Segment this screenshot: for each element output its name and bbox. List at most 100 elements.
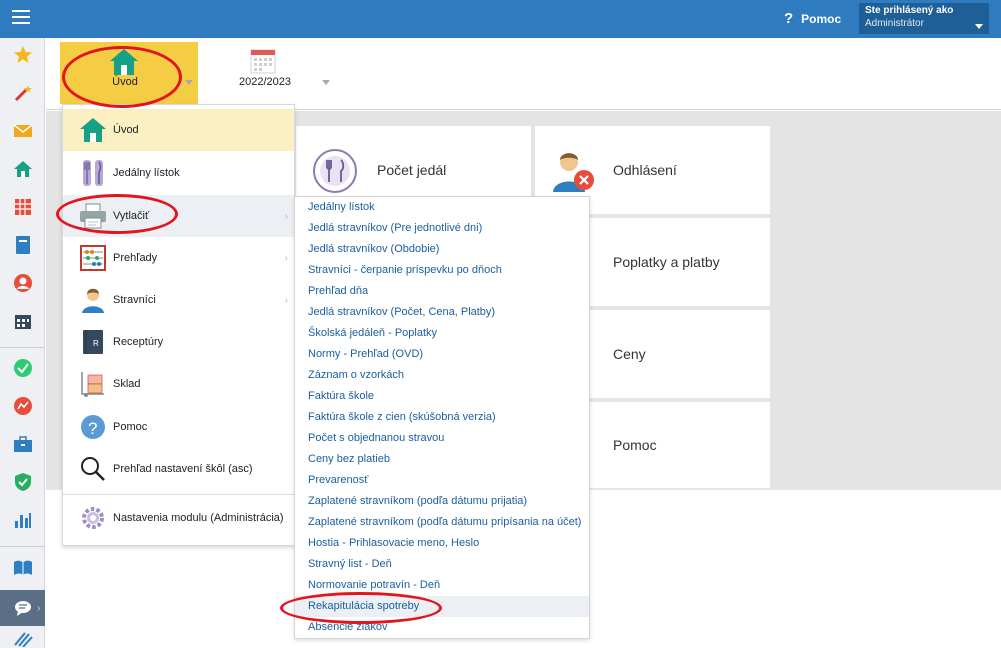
calendar-icon: [250, 48, 276, 77]
sidebar-active-item[interactable]: ›: [0, 590, 45, 626]
menu-item-uvod[interactable]: Úvod: [63, 109, 294, 151]
chat-icon: [14, 599, 34, 620]
menu-item-prehlady[interactable]: Prehľady ›: [63, 237, 294, 279]
menu-item-label: Vytlačiť: [113, 210, 150, 222]
magic-wand-icon[interactable]: [13, 83, 33, 103]
menu-item-sklad[interactable]: Sklad: [63, 363, 294, 405]
menu-item-vytlacit[interactable]: Vytlačiť ›: [63, 195, 294, 237]
submenu-item[interactable]: Normovanie potravín - Deň: [295, 575, 589, 596]
menu-item-label: Pomoc: [113, 421, 148, 433]
school-year-button[interactable]: 2022/2023: [225, 42, 305, 104]
bar-chart-icon[interactable]: [13, 510, 33, 530]
briefcase-icon[interactable]: [13, 434, 33, 454]
chevron-right-icon: ›: [284, 294, 288, 306]
tile-label: Počet jedál: [377, 162, 447, 178]
menu-item-jedalny-listok[interactable]: Jedálny lístok: [63, 152, 294, 194]
book-icon[interactable]: [13, 235, 33, 255]
house-icon: [79, 116, 107, 144]
plate-cutlery-icon: [312, 148, 358, 197]
cutlery-icon: [79, 159, 107, 187]
magnifier-icon: [79, 455, 107, 483]
home-label: Úvod: [112, 76, 138, 88]
chevron-down-icon: [975, 24, 983, 29]
menu-item-pomoc[interactable]: ? Pomoc: [63, 406, 294, 448]
menu-item-label: Stravníci: [113, 294, 156, 306]
menu-item-label: Sklad: [113, 378, 141, 390]
submenu-item[interactable]: Jedálny lístok: [295, 197, 589, 218]
chevron-right-icon: ›: [37, 603, 41, 614]
menu-item-prehlad-nastaveni[interactable]: Prehľad nastavení škôl (asc): [63, 448, 294, 490]
open-book-icon[interactable]: [13, 558, 33, 578]
menu-item-label: Úvod: [113, 124, 139, 136]
menu-item-label: Jedálny lístok: [113, 167, 180, 179]
home-menu-button[interactable]: Úvod: [60, 42, 198, 104]
person-cancel-icon: [551, 148, 595, 197]
menu-item-label: Prehľad nastavení škôl (asc): [113, 463, 253, 475]
submenu-item[interactable]: Hostia - Prihlasovacie meno, Heslo: [295, 533, 589, 554]
question-mark-icon: ?: [784, 10, 794, 27]
menu-item-nastavenia-modulu[interactable]: Nastavenia modulu (Administrácia): [63, 497, 294, 539]
tile-label: Pomoc: [613, 437, 657, 453]
school-year-label: 2022/2023: [239, 76, 291, 88]
boxes-cart-icon: [79, 370, 107, 398]
submenu-item[interactable]: Stravný list - Deň: [295, 554, 589, 575]
recipe-book-icon: R: [79, 328, 107, 356]
calendar-grid-icon[interactable]: [13, 197, 33, 217]
house-icon[interactable]: [13, 159, 33, 179]
tile-label: Poplatky a platby: [613, 254, 720, 270]
help-icon: ?: [79, 413, 107, 441]
stats-circle-icon[interactable]: [13, 396, 33, 416]
user-select[interactable]: Ste prihlásený ako Administrátor: [859, 3, 989, 34]
submenu-item[interactable]: Prevarenosť: [295, 470, 589, 491]
star-icon[interactable]: [13, 45, 33, 65]
submenu-item[interactable]: Záznam o vzorkách: [295, 365, 589, 386]
sidebar-divider: [0, 347, 45, 348]
user-caption: Ste prihlásený ako: [865, 5, 954, 16]
user-role: Administrátor: [865, 18, 924, 29]
menu-item-label: Prehľady: [113, 252, 158, 264]
print-submenu: Jedálny lístok Jedlá stravníkov (Pre jed…: [294, 196, 590, 639]
gear-icon: [79, 504, 107, 532]
stripes-icon[interactable]: [13, 628, 33, 648]
submenu-item[interactable]: Jedlá stravníkov (Počet, Cena, Platby): [295, 302, 589, 323]
chevron-right-icon: ›: [284, 252, 288, 264]
submenu-item[interactable]: Zaplatené stravníkom (podľa dátumu prija…: [295, 491, 589, 512]
chevron-down-icon[interactable]: [185, 80, 193, 85]
submenu-item[interactable]: Počet s objednanou stravou: [295, 428, 589, 449]
submenu-item[interactable]: Školská jedáleň - Poplatky: [295, 323, 589, 344]
sidebar-divider: [0, 546, 45, 547]
check-circle-icon[interactable]: [13, 358, 33, 378]
printer-icon: [79, 202, 107, 230]
svg-text:R: R: [93, 339, 99, 348]
shield-check-icon[interactable]: [13, 472, 33, 492]
house-icon: [109, 48, 139, 79]
abacus-icon: [79, 244, 107, 272]
submenu-item-rekapitulacia[interactable]: Rekapitulácia spotreby: [295, 596, 589, 617]
submenu-item[interactable]: Stravníci - čerpanie príspevku po dňoch: [295, 260, 589, 281]
help-link[interactable]: ? Pomoc: [784, 10, 841, 27]
submenu-item[interactable]: Absencie žiakov: [295, 617, 589, 638]
submenu-item[interactable]: Faktúra škole: [295, 386, 589, 407]
hamburger-menu-icon[interactable]: [12, 10, 30, 26]
user-circle-icon[interactable]: [13, 273, 33, 293]
submenu-item[interactable]: Zaplatené stravníkom (podľa dátumu pripí…: [295, 512, 589, 533]
menu-item-receptury[interactable]: R Receptúry: [63, 321, 294, 363]
chevron-down-icon[interactable]: [322, 80, 330, 85]
menu-item-stravnici[interactable]: Stravníci ›: [63, 279, 294, 321]
svg-text:?: ?: [88, 419, 97, 438]
person-icon: [79, 286, 107, 314]
tile-label: Ceny: [613, 346, 646, 362]
tile-label: Odhlásení: [613, 162, 677, 178]
help-label: Pomoc: [801, 11, 842, 26]
calendar-icon[interactable]: [13, 311, 33, 331]
submenu-item[interactable]: Prehľad dňa: [295, 281, 589, 302]
top-bar: ? Pomoc Ste prihlásený ako Administrátor: [0, 0, 1001, 38]
menu-divider: [63, 494, 294, 495]
submenu-item[interactable]: Ceny bez platieb: [295, 449, 589, 470]
menu-item-label: Receptúry: [113, 336, 164, 348]
submenu-item[interactable]: Jedlá stravníkov (Obdobie): [295, 239, 589, 260]
submenu-item[interactable]: Normy - Prehľad (OVD): [295, 344, 589, 365]
submenu-item[interactable]: Jedlá stravníkov (Pre jednotlivé dni): [295, 218, 589, 239]
mail-icon[interactable]: [13, 121, 33, 141]
submenu-item[interactable]: Faktúra škole z cien (skúšobná verzia): [295, 407, 589, 428]
